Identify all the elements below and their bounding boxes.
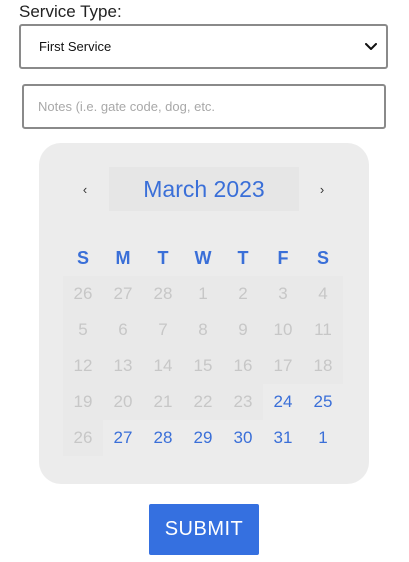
calendar-day: 22 [183, 384, 223, 420]
calendar-day: 21 [143, 384, 183, 420]
calendar-day[interactable]: 1 [303, 420, 343, 456]
calendar-day[interactable]: 24 [263, 384, 303, 420]
chevron-left-icon: ‹ [82, 181, 88, 197]
calendar-day[interactable]: 29 [183, 420, 223, 456]
calendar-day[interactable]: 25 [303, 384, 343, 420]
service-type-selected-value: First Service [39, 39, 112, 54]
calendar-day: 28 [143, 276, 183, 312]
service-type-select[interactable]: First Service [19, 24, 388, 69]
calendar-week-row: 26 27 28 1 2 3 4 [63, 276, 345, 312]
calendar-day[interactable]: 30 [223, 420, 263, 456]
next-month-button[interactable]: › [310, 169, 334, 209]
calendar-week-row: 5 6 7 8 9 10 11 [63, 312, 345, 348]
calendar-day: 8 [183, 312, 223, 348]
calendar-day: 27 [103, 276, 143, 312]
calendar-day: 7 [143, 312, 183, 348]
date-picker-calendar: ‹ March 2023 › S M T W T F S 26 27 28 1 2 3 4 5… [39, 143, 369, 484]
calendar-day: 17 [263, 348, 303, 384]
calendar-day: 23 [223, 384, 263, 420]
weekday-header-row: S M T W T F S [63, 240, 345, 276]
calendar-day: 11 [303, 312, 343, 348]
calendar-week-row: 26 27 28 29 30 31 1 [63, 420, 345, 456]
calendar-day: 5 [63, 312, 103, 348]
chevron-down-icon [364, 40, 378, 54]
calendar-day: 19 [63, 384, 103, 420]
calendar-day: 1 [183, 276, 223, 312]
weekday-thu: T [237, 247, 249, 268]
notes-input[interactable] [22, 84, 386, 129]
calendar-day: 12 [63, 348, 103, 384]
calendar-day: 20 [103, 384, 143, 420]
calendar-day: 13 [103, 348, 143, 384]
month-title: March 2023 [109, 167, 299, 211]
submit-button[interactable]: SUBMIT [149, 504, 259, 555]
calendar-weeks: 26 27 28 1 2 3 4 5 6 7 8 9 10 11 12 13 14 15 16 17 18 19 20 21 2… [63, 276, 345, 456]
weekday-tue: T [157, 247, 169, 268]
prev-month-button[interactable]: ‹ [73, 169, 97, 209]
weekday-sat: S [316, 247, 329, 268]
weekday-fri: F [277, 247, 289, 268]
calendar-day[interactable]: 31 [263, 420, 303, 456]
calendar-day: 3 [263, 276, 303, 312]
calendar-day: 4 [303, 276, 343, 312]
calendar-day: 26 [63, 276, 103, 312]
calendar-day: 26 [63, 420, 103, 456]
calendar-day: 2 [223, 276, 263, 312]
calendar-day: 15 [183, 348, 223, 384]
calendar-day: 16 [223, 348, 263, 384]
weekday-mon: M [115, 247, 131, 268]
calendar-day[interactable]: 28 [143, 420, 183, 456]
calendar-day: 6 [103, 312, 143, 348]
calendar-grid: S M T W T F S 26 27 28 1 2 3 4 5 6 7 8 9 10 11 12 13 14 1… [63, 240, 345, 456]
weekday-sun: S [76, 247, 89, 268]
calendar-day: 14 [143, 348, 183, 384]
service-type-label: Service Type: [19, 2, 122, 21]
calendar-week-row: 12 13 14 15 16 17 18 [63, 348, 345, 384]
chevron-right-icon: › [319, 181, 325, 197]
calendar-day: 10 [263, 312, 303, 348]
calendar-day[interactable]: 27 [103, 420, 143, 456]
weekday-wed: W [194, 247, 212, 268]
calendar-day: 9 [223, 312, 263, 348]
calendar-day: 18 [303, 348, 343, 384]
calendar-week-row: 19 20 21 22 23 24 25 [63, 384, 345, 420]
